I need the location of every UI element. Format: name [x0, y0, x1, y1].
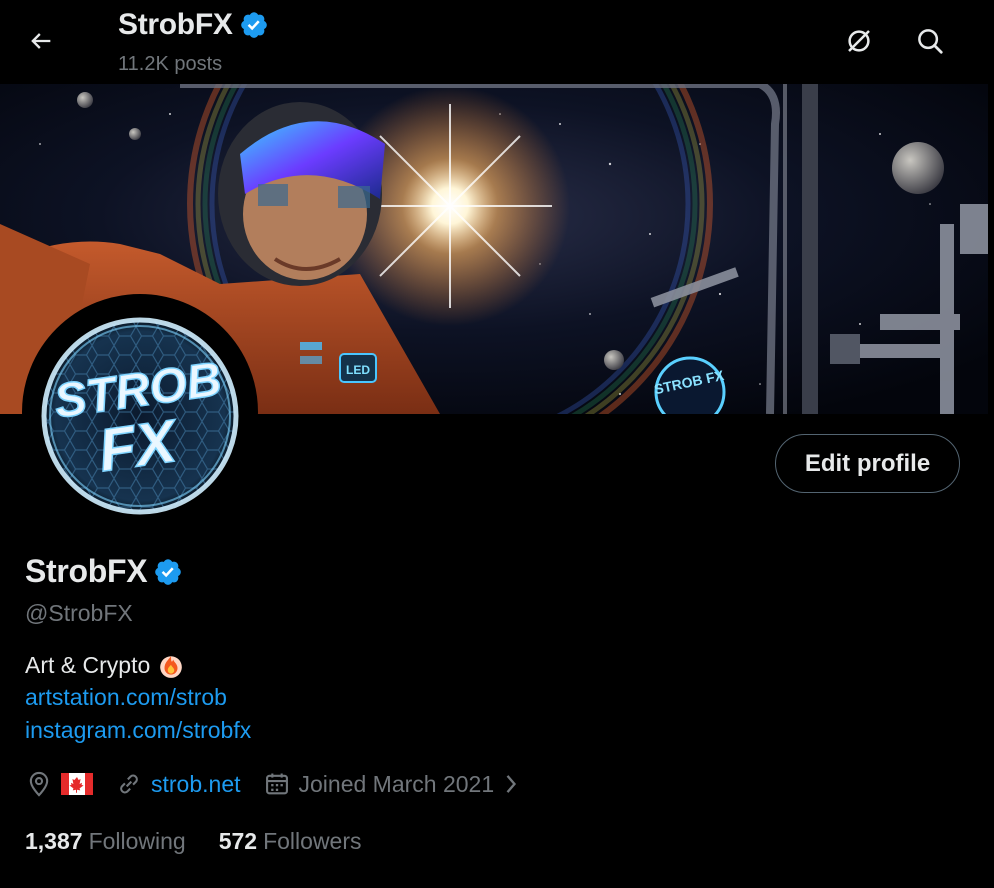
location	[25, 770, 93, 798]
back-button[interactable]	[22, 22, 60, 60]
profile-header: StrobFX 11.2K posts	[0, 0, 994, 84]
avatar-line-2: FX	[95, 407, 184, 485]
no-signal-button[interactable]	[840, 22, 878, 60]
canada-flag-icon	[61, 773, 93, 795]
display-name-row: StrobFX	[25, 553, 183, 590]
user-handle: @StrobFX	[25, 600, 133, 626]
link-icon	[120, 774, 138, 794]
calendar-icon	[265, 773, 288, 795]
bio: Art & Crypto	[25, 652, 184, 679]
edit-profile-button[interactable]: Edit profile	[775, 434, 960, 493]
header-title-row: StrobFX	[118, 8, 269, 42]
bio-link-artstation[interactable]: artstation.com/strob	[25, 684, 227, 711]
posts-count: 11.2K posts	[118, 53, 223, 75]
fire-icon	[160, 655, 183, 678]
joined-text: Joined March 2021	[298, 770, 495, 797]
chest-label: LED	[346, 363, 370, 377]
arrow-left-icon	[31, 33, 51, 49]
header-title: StrobFX	[118, 8, 233, 41]
following-label: Following	[88, 828, 186, 854]
following-count: 1,387	[25, 828, 83, 854]
follow-stats: 1,387 Following 572 Followers	[25, 828, 362, 855]
website: strob.net	[115, 770, 241, 798]
verified-badge-icon[interactable]	[153, 557, 183, 587]
search-icon	[918, 29, 943, 54]
no-signal-icon	[848, 30, 870, 52]
joined-date[interactable]: Joined March 2021	[263, 770, 521, 798]
chevron-right-icon	[506, 775, 517, 793]
profile-avatar[interactable]: STROB FX	[22, 294, 258, 530]
location-pin-icon	[29, 771, 49, 797]
followers-stat[interactable]: 572 Followers	[219, 828, 362, 855]
avatar-image: STROB FX	[26, 298, 254, 526]
display-name: StrobFX	[25, 553, 148, 589]
search-button[interactable]	[911, 22, 949, 60]
website-link[interactable]: strob.net	[151, 771, 241, 798]
verified-badge-icon	[240, 12, 267, 38]
followers-count: 572	[218, 828, 258, 854]
bio-text: Art & Crypto	[25, 652, 151, 678]
profile-meta: strob.net Joined March 2021	[25, 770, 542, 798]
bio-link-instagram[interactable]: instagram.com/strobfx	[25, 717, 251, 744]
followers-label: Followers	[263, 828, 362, 854]
following-stat[interactable]: 1,387 Following	[25, 828, 186, 855]
